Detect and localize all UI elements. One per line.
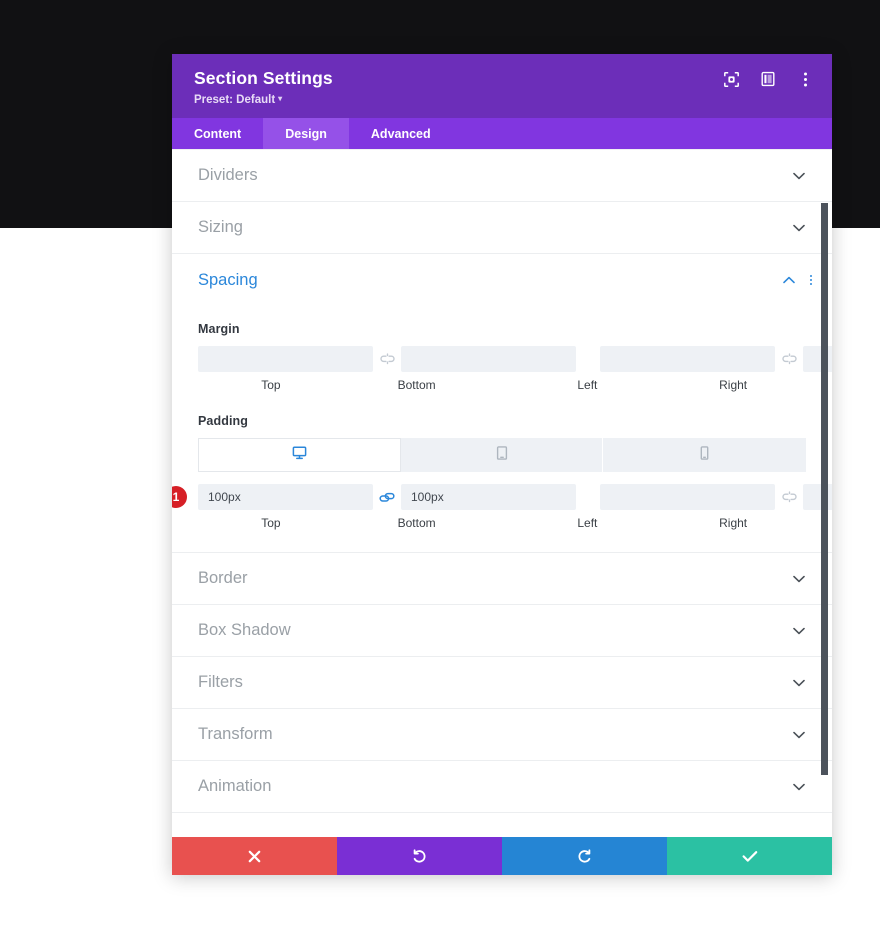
padding-bottom-input[interactable]	[401, 484, 576, 510]
phone-icon	[700, 445, 709, 465]
padding-horizontal-group	[600, 484, 832, 510]
preset-label: Preset: Default	[194, 94, 276, 106]
chevron-down-icon	[792, 221, 806, 235]
margin-labels-row: Top Bottom Left Right	[198, 378, 806, 392]
padding-top-input[interactable]	[198, 484, 373, 510]
redo-button[interactable]	[502, 837, 667, 875]
modal-scrollbar-track[interactable]	[821, 150, 830, 837]
desktop-icon	[292, 446, 307, 465]
chevron-down-icon	[792, 676, 806, 690]
tab-content[interactable]: Content	[172, 118, 263, 149]
spacing-options-kebab-icon[interactable]	[806, 275, 816, 285]
chevron-down-icon	[792, 728, 806, 742]
redo-icon	[577, 848, 592, 864]
tab-design[interactable]: Design	[263, 118, 349, 149]
focus-target-icon[interactable]	[722, 70, 740, 88]
accordion-spacing-label: Spacing	[198, 270, 258, 289]
margin-top-input[interactable]	[198, 346, 373, 372]
header-icon-group	[722, 70, 814, 88]
margin-vertical-group	[198, 346, 576, 372]
step-badge-1: 1	[172, 486, 187, 508]
padding-horizontal-link-broken-icon[interactable]	[775, 490, 803, 504]
section-settings-modal: Section Settings Preset: Default ▾ Conte…	[172, 54, 832, 875]
accordion-sizing[interactable]: Sizing	[172, 202, 832, 254]
padding-left-input[interactable]	[600, 484, 775, 510]
margin-horizontal-link-broken-icon[interactable]	[775, 352, 803, 366]
modal-body: Dividers Sizing Spacing Margin Top Botto…	[172, 149, 832, 837]
accordion-box-shadow-label: Box Shadow	[198, 621, 291, 639]
accordion-sizing-label: Sizing	[198, 218, 243, 236]
kebab-menu-icon[interactable]	[796, 70, 814, 88]
modal-header: Section Settings Preset: Default ▾	[172, 54, 832, 118]
accordion-dividers-label: Dividers	[198, 166, 258, 184]
accordion-filters[interactable]: Filters	[172, 657, 832, 709]
undo-button[interactable]	[337, 837, 502, 875]
padding-top-label: Top	[261, 516, 281, 530]
padding-labels-row: Top Bottom Left Right	[198, 516, 806, 530]
margin-right-label: Right	[719, 378, 748, 392]
accordion-box-shadow[interactable]: Box Shadow	[172, 605, 832, 657]
chevron-up-icon	[782, 273, 796, 287]
modal-footer	[172, 837, 832, 875]
padding-inputs-row: 1	[172, 484, 832, 510]
accordion-filters-label: Filters	[198, 673, 243, 691]
accordion-animation-label: Animation	[198, 777, 272, 795]
modal-scrollbar-thumb[interactable]	[821, 203, 828, 775]
chevron-down-icon	[792, 780, 806, 794]
accordion-spacing[interactable]: Spacing	[172, 254, 832, 306]
chevron-down-icon	[792, 169, 806, 183]
chevron-down-icon	[792, 572, 806, 586]
padding-vertical-link-connected-icon[interactable]	[373, 491, 401, 504]
cancel-button[interactable]	[172, 837, 337, 875]
margin-bottom-input[interactable]	[401, 346, 576, 372]
undo-icon	[412, 848, 427, 864]
accordion-border[interactable]: Border	[172, 553, 832, 605]
padding-right-label: Right	[719, 516, 748, 530]
tab-advanced[interactable]: Advanced	[349, 118, 453, 149]
device-tab-tablet[interactable]	[400, 438, 604, 472]
close-icon	[248, 850, 261, 863]
margin-label: Margin	[198, 322, 240, 336]
tablet-icon	[496, 445, 508, 465]
accordion-transform[interactable]: Transform	[172, 709, 832, 761]
padding-left-label: Left	[577, 516, 598, 530]
margin-vertical-link-broken-icon[interactable]	[373, 352, 401, 366]
margin-inputs-row	[198, 346, 832, 372]
padding-label: Padding	[198, 414, 249, 428]
accordion-transform-label: Transform	[198, 725, 273, 743]
check-icon	[742, 850, 758, 863]
page-title: Section Settings	[194, 68, 333, 88]
padding-vertical-group	[198, 484, 576, 510]
accordion-dividers[interactable]: Dividers	[172, 150, 832, 202]
margin-left-label: Left	[577, 378, 598, 392]
margin-left-input[interactable]	[600, 346, 775, 372]
margin-bottom-label: Bottom	[397, 378, 436, 392]
chevron-down-icon: ▾	[278, 94, 283, 103]
save-button[interactable]	[667, 837, 832, 875]
accordion-border-label: Border	[198, 569, 248, 587]
preset-selector[interactable]: Preset: Default ▾	[194, 94, 282, 106]
margin-horizontal-group	[600, 346, 832, 372]
spacing-panel: Margin Top Bottom Left Right Padding 1 1…	[172, 306, 832, 553]
margin-top-label: Top	[261, 378, 281, 392]
chevron-down-icon	[792, 624, 806, 638]
accordion-animation[interactable]: Animation	[172, 761, 832, 813]
device-tab-desktop[interactable]	[198, 438, 401, 472]
padding-device-tabs	[198, 438, 807, 472]
padding-bottom-label: Bottom	[397, 516, 436, 530]
modal-tab-bar: Content Design Advanced	[172, 118, 832, 149]
device-tab-phone[interactable]	[603, 438, 807, 472]
panel-layout-icon[interactable]	[759, 70, 777, 88]
